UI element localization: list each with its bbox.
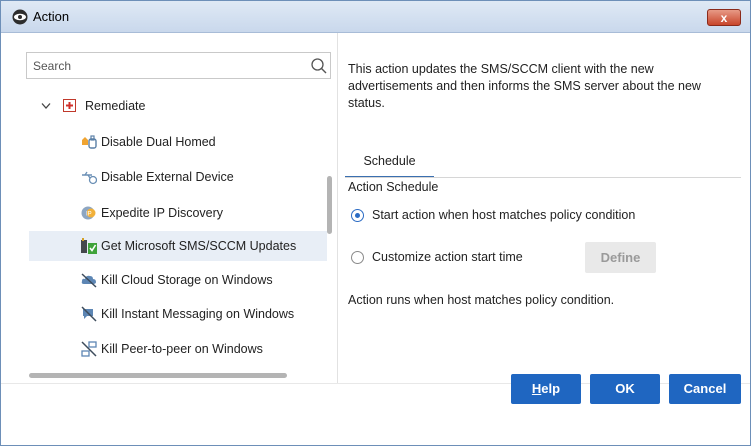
tree-item-get-sms-sccm-updates[interactable]: Get Microsoft SMS/SCCM Updates: [29, 231, 327, 261]
tree-item-label: Get Microsoft SMS/SCCM Updates: [101, 239, 297, 253]
tree-horizontal-scrollbar[interactable]: [29, 373, 287, 378]
usb-device-icon: [82, 171, 97, 185]
search-input[interactable]: [33, 57, 293, 74]
tree-group-label: Remediate: [85, 99, 146, 113]
schedule-note: Action runs when host matches policy con…: [348, 293, 615, 307]
instant-messaging-icon: [81, 306, 97, 322]
action-schedule-heading: Action Schedule: [348, 180, 439, 194]
tree-item-kill-instant-messaging[interactable]: Kill Instant Messaging on Windows: [1, 299, 327, 329]
cancel-button[interactable]: Cancel: [669, 374, 741, 404]
peer-to-peer-icon: [81, 341, 97, 357]
search-icon[interactable]: [310, 57, 328, 75]
radio-customize-start-label[interactable]: Customize action start time: [372, 250, 523, 264]
tree-item-label: Kill Peer-to-peer on Windows: [101, 342, 263, 356]
radio-start-on-match[interactable]: [351, 209, 364, 222]
tree-item-label: Disable Dual Homed: [101, 135, 216, 149]
tree-item-kill-cloud-storage[interactable]: Kill Cloud Storage on Windows: [1, 265, 327, 295]
tree-item-label: Disable External Device: [101, 170, 234, 184]
tree-item-label: Kill Cloud Storage on Windows: [101, 273, 273, 287]
close-button[interactable]: x: [707, 9, 741, 26]
tree-item-label: Expedite IP Discovery: [101, 206, 224, 220]
define-button[interactable]: Define: [585, 242, 656, 273]
tree-item-kill-peer-to-peer[interactable]: Kill Peer-to-peer on Windows: [1, 334, 327, 364]
help-button-mnemonic: H: [531, 381, 542, 396]
cloud-storage-icon: [81, 273, 97, 288]
radio-customize-start[interactable]: [351, 251, 364, 264]
remediate-plus-icon: [63, 99, 76, 112]
dual-homed-icon: [82, 135, 97, 149]
chevron-down-icon[interactable]: [41, 102, 51, 110]
radio-start-on-match-label[interactable]: Start action when host matches policy co…: [372, 208, 635, 222]
window-title: Action: [33, 9, 70, 24]
tree-item-expedite-ip-discovery[interactable]: IP Expedite IP Discovery: [1, 198, 327, 228]
ok-button[interactable]: OK: [590, 374, 660, 404]
tree-item-disable-external-device[interactable]: Disable External Device: [1, 162, 327, 192]
action-description: This action updates the SMS/SCCM client …: [348, 62, 701, 110]
action-tree-panel: Remediate Disable Dual Homed Disable Ext…: [1, 33, 337, 383]
tree-item-label: Kill Instant Messaging on Windows: [101, 307, 295, 321]
sccm-updates-icon: [81, 238, 97, 254]
tree-vertical-scrollbar[interactable]: [327, 176, 332, 234]
tree-group-remediate[interactable]: Remediate: [1, 91, 337, 121]
help-button[interactable]: Help: [511, 374, 581, 404]
tab-underline-divider: [345, 177, 741, 178]
tree-item-disable-dual-homed[interactable]: Disable Dual Homed: [1, 127, 327, 157]
action-dialog: Action x Remediate: [0, 0, 751, 446]
ip-discovery-icon: IP: [81, 206, 96, 220]
search-box: [26, 52, 331, 79]
tab-schedule[interactable]: Schedule: [345, 150, 434, 178]
panel-divider: [337, 33, 338, 383]
svg-text:IP: IP: [86, 212, 92, 218]
action-eye-icon: [12, 9, 28, 25]
title-bar[interactable]: Action x: [1, 1, 750, 33]
help-button-label: elp: [541, 381, 561, 396]
